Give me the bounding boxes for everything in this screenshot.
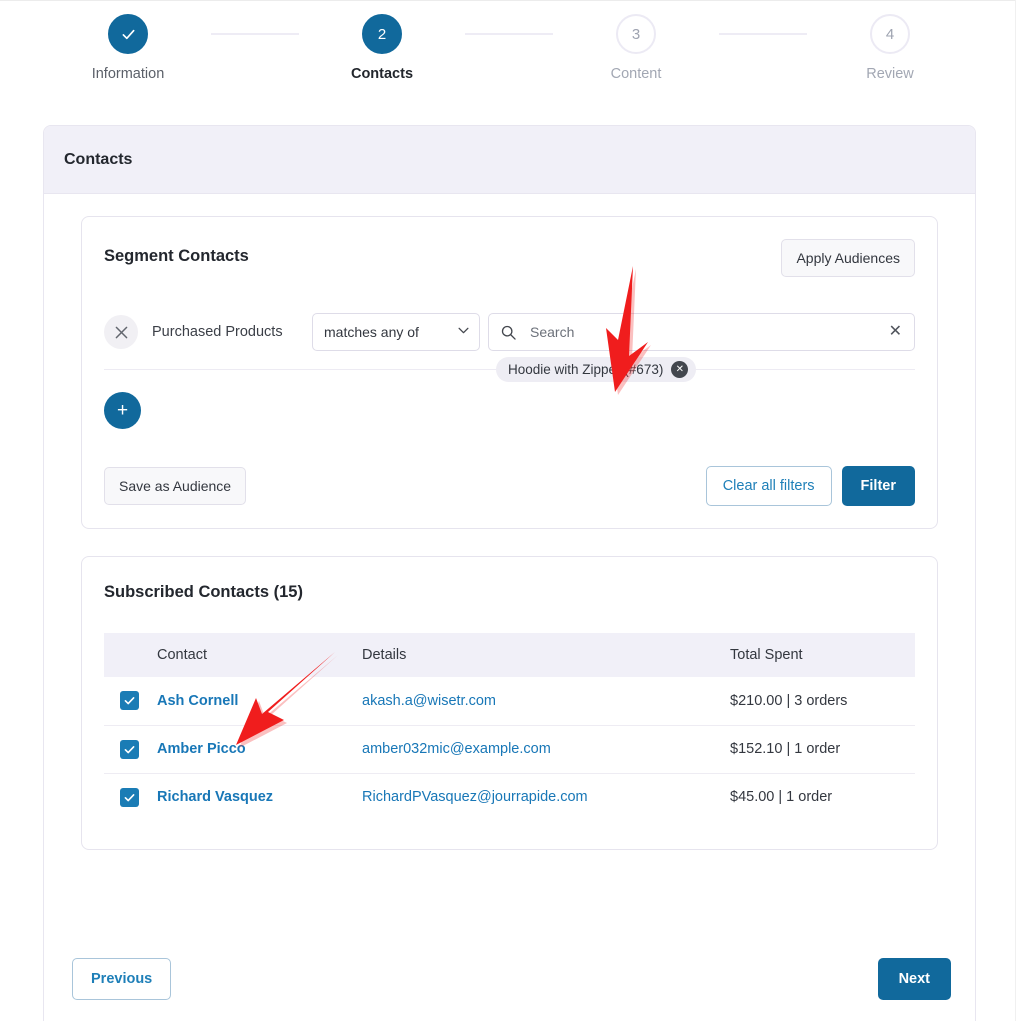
check-icon [124, 745, 135, 753]
stepper-connector-2 [465, 33, 553, 35]
table-row: Richard Vasquez RichardPVasquez@jourrapi… [104, 773, 915, 821]
contact-email-link[interactable]: RichardPVasquez@jourrapide.com [362, 773, 730, 821]
filter-value-wrap: ✕ Hoodie with Zipper (#673) ✕ [488, 313, 915, 382]
table-header-row: Contact Details Total Spent [104, 633, 915, 677]
step-contacts-marker: 2 [362, 14, 402, 54]
column-header-select [104, 633, 157, 677]
card-header: Contacts [44, 126, 975, 194]
contact-total-spent: $45.00 | 1 order [730, 789, 833, 806]
contacts-step-card: Contacts Segment Contacts Apply Audience… [43, 125, 976, 1021]
campaign-wizard-page: Information 2 Contacts 3 Content 4 Revie… [0, 0, 1024, 1021]
clear-search-icon[interactable]: ✕ [889, 324, 902, 340]
segment-actions: Save as Audience Clear all filters Filte… [104, 429, 915, 506]
contacts-table-head: Contact Details Total Spent [104, 633, 915, 677]
card-body: Segment Contacts Apply Audiences Purchas… [44, 194, 975, 850]
row-checkbox[interactable] [120, 691, 139, 711]
previous-button[interactable]: Previous [72, 958, 172, 1000]
table-row: Ash Cornell akash.a@wisetr.com $210.00 |… [104, 677, 915, 726]
contacts-table-body: Ash Cornell akash.a@wisetr.com $210.00 |… [104, 677, 915, 821]
contact-name-link[interactable]: Amber Picco [157, 725, 362, 774]
wizard-navigation: Previous Next [72, 958, 951, 1000]
row-checkbox[interactable] [120, 739, 139, 759]
contact-email-link[interactable]: amber032mic@example.com [362, 725, 730, 774]
selected-products-chips: Hoodie with Zipper (#673) ✕ [496, 357, 697, 382]
vertical-scrollbar[interactable] [1015, 0, 1024, 1021]
segment-contacts-panel: Segment Contacts Apply Audiences Purchas… [81, 216, 938, 529]
filter-row: Purchased Products matches any of Search… [104, 277, 915, 382]
contact-name-link[interactable]: Ash Cornell [157, 677, 362, 726]
segment-actions-right: Clear all filters Filter [705, 466, 915, 506]
contacts-table: Contact Details Total Spent Ash Cornell … [104, 633, 915, 821]
row-select-cell [104, 773, 157, 821]
step-information-marker [108, 14, 148, 54]
stepper-connector-3 [719, 33, 807, 35]
page-title: Contacts [64, 150, 133, 168]
step-content[interactable]: 3 Content [553, 14, 719, 82]
filter-search-box[interactable]: ✕ [488, 313, 915, 351]
product-chip-remove-icon[interactable]: ✕ [671, 361, 689, 378]
column-header-total-spent: Total Spent [730, 633, 915, 677]
row-checkbox[interactable] [120, 787, 139, 807]
column-header-details: Details [362, 633, 730, 677]
clear-all-filters-button[interactable]: Clear all filters [705, 466, 832, 506]
product-chip-label: Hoodie with Zipper (#673) [508, 362, 664, 377]
contact-total-spent: $210.00 | 3 orders [730, 677, 915, 726]
subscribed-contacts-panel: Subscribed Contacts (15) Contact Details… [81, 556, 938, 850]
segment-header: Segment Contacts Apply Audiences [104, 239, 915, 277]
check-icon [124, 697, 135, 705]
apply-audiences-button[interactable]: Apply Audiences [781, 239, 915, 277]
step-content-label: Content [610, 66, 662, 82]
close-icon [115, 326, 127, 338]
filter-field-label: Purchased Products [152, 324, 283, 340]
stepper-connector-1 [211, 33, 299, 35]
filter-search-input[interactable] [528, 323, 889, 341]
remove-filter-button[interactable] [104, 315, 138, 349]
subscribed-contacts-title: Subscribed Contacts (15) [104, 583, 303, 601]
filter-condition-wrap: matches any of [312, 313, 480, 351]
step-contacts-label: Contacts [350, 66, 414, 82]
step-review-marker: 4 [870, 14, 910, 54]
contact-email-link[interactable]: akash.a@wisetr.com [362, 677, 730, 726]
add-filter-button[interactable]: + [104, 392, 141, 429]
step-contacts[interactable]: 2 Contacts [299, 14, 465, 82]
row-select-cell [104, 725, 157, 774]
filter-button[interactable]: Filter [841, 466, 915, 506]
contact-name-link[interactable]: Richard Vasquez [157, 773, 362, 821]
contact-total-spent: $152.10 | 1 order [730, 725, 915, 774]
search-icon [501, 325, 516, 340]
step-review[interactable]: 4 Review [807, 14, 973, 82]
step-content-marker: 3 [616, 14, 656, 54]
check-icon [122, 29, 134, 39]
step-information-label: Information [91, 66, 165, 82]
wizard-stepper: Information 2 Contacts 3 Content 4 Revie… [0, 0, 1018, 100]
segment-title: Segment Contacts [104, 247, 249, 265]
save-as-audience-button[interactable]: Save as Audience [104, 467, 247, 505]
stepper-steps: Information 2 Contacts 3 Content 4 Revie… [45, 14, 973, 82]
column-header-contact: Contact [157, 633, 362, 677]
product-chip[interactable]: Hoodie with Zipper (#673) ✕ [496, 357, 697, 382]
next-button[interactable]: Next [877, 958, 951, 1000]
step-review-label: Review [866, 66, 914, 82]
filter-condition-select[interactable]: matches any of [312, 313, 480, 351]
step-information[interactable]: Information [45, 14, 211, 82]
check-icon [124, 793, 135, 802]
table-row: Amber Picco amber032mic@example.com $152… [104, 725, 915, 774]
row-select-cell [104, 677, 157, 726]
